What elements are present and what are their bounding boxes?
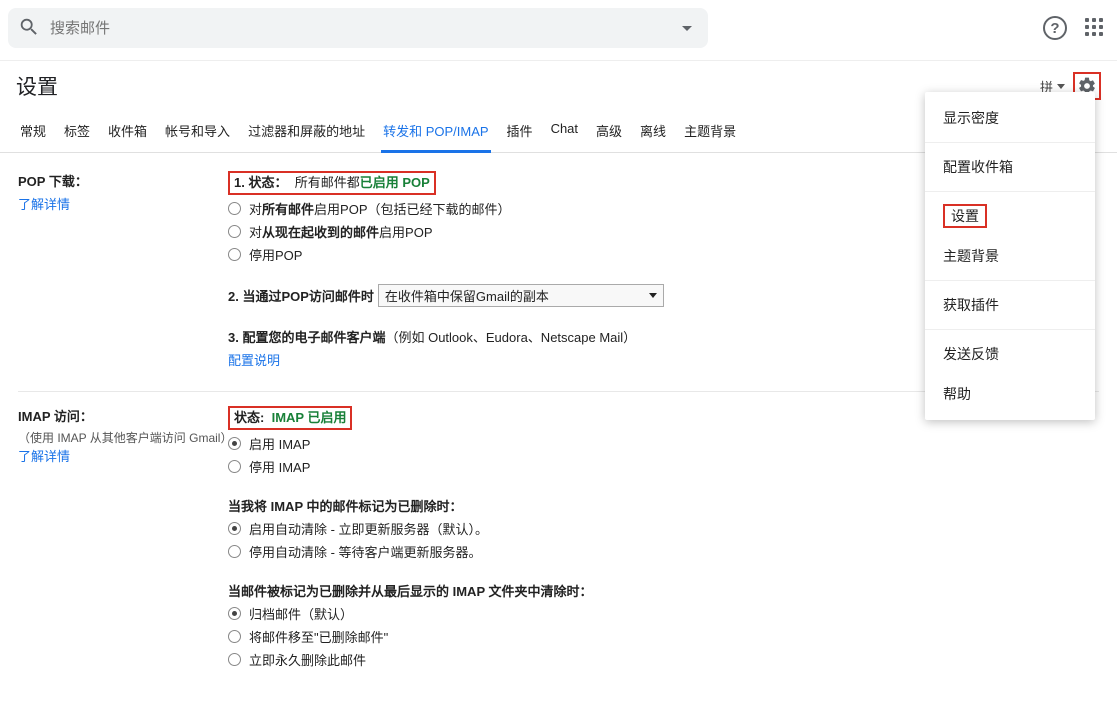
- menu-settings[interactable]: 设置: [925, 196, 1095, 236]
- imap-last-perm: 立即永久删除此邮件: [249, 650, 366, 669]
- ime-caret-icon[interactable]: [1057, 84, 1065, 89]
- tab-chat[interactable]: Chat: [549, 113, 580, 152]
- radio-imap-archive[interactable]: [228, 607, 241, 620]
- imap-opt-disable: 停用 IMAP: [249, 457, 310, 476]
- tab-accounts[interactable]: 帐号和导入: [163, 113, 232, 152]
- tab-themes[interactable]: 主题背景: [682, 113, 738, 152]
- menu-display-density[interactable]: 显示密度: [925, 98, 1095, 138]
- tab-offline[interactable]: 离线: [638, 113, 668, 152]
- pop-access-label: 2. 当通过POP访问邮件时: [228, 286, 374, 305]
- radio-imap-auto-off[interactable]: [228, 545, 241, 558]
- imap-status-label: 状态:: [234, 410, 264, 425]
- help-icon[interactable]: ?: [1043, 16, 1067, 40]
- search-options-caret[interactable]: [682, 26, 692, 31]
- pop-heading: POP 下载：: [18, 171, 228, 190]
- search-input[interactable]: [40, 20, 682, 37]
- pop-status-label: 1. 状态：: [234, 175, 287, 190]
- menu-configure-inbox[interactable]: 配置收件箱: [925, 147, 1095, 187]
- tab-forwarding-pop-imap[interactable]: 转发和 POP/IMAP: [381, 113, 490, 153]
- pop-status-highlight: 1. 状态： 所有邮件都已启用 POP: [228, 171, 436, 195]
- imap-delete-heading: 当我将 IMAP 中的邮件标记为已删除时：: [228, 496, 463, 515]
- gear-dropdown-menu: 显示密度 配置收件箱 设置 主题背景 获取插件 发送反馈 帮助: [925, 92, 1095, 420]
- pop-status-enabled: 已启用 POP: [360, 175, 430, 190]
- tab-advanced[interactable]: 高级: [594, 113, 624, 152]
- pop-access-select-value: 在收件箱中保留Gmail的副本: [385, 286, 549, 305]
- radio-imap-move[interactable]: [228, 630, 241, 643]
- search-box[interactable]: [8, 8, 708, 48]
- page-title: 设置: [16, 71, 58, 101]
- menu-help[interactable]: 帮助: [925, 374, 1095, 414]
- pop-learn-link[interactable]: 了解详情: [18, 194, 228, 213]
- imap-status-highlight: 状态: IMAP 已启用: [228, 406, 352, 430]
- tab-general[interactable]: 常规: [18, 113, 48, 152]
- tab-filters[interactable]: 过滤器和屏蔽的地址: [246, 113, 367, 152]
- imap-status-value: IMAP 已启用: [272, 410, 347, 425]
- tab-addons[interactable]: 插件: [505, 113, 535, 152]
- apps-grid-icon[interactable]: [1085, 18, 1105, 38]
- radio-imap-perm[interactable]: [228, 653, 241, 666]
- imap-learn-link[interactable]: 了解详情: [18, 446, 228, 465]
- pop-opt-disable: 停用POP: [249, 245, 302, 264]
- radio-pop-disable[interactable]: [228, 248, 241, 261]
- radio-imap-disable[interactable]: [228, 460, 241, 473]
- pop-access-select[interactable]: 在收件箱中保留Gmail的副本: [378, 284, 664, 307]
- imap-opt-enable: 启用 IMAP: [249, 434, 310, 453]
- imap-subtext: （使用 IMAP 从其他客户端访问 Gmail）: [18, 429, 228, 446]
- radio-imap-enable[interactable]: [228, 437, 241, 450]
- menu-themes[interactable]: 主题背景: [925, 236, 1095, 276]
- menu-feedback[interactable]: 发送反馈: [925, 334, 1095, 374]
- imap-heading: IMAP 访问：: [18, 406, 228, 425]
- pop-config-label: 3. 配置您的电子邮件客户端: [228, 327, 385, 346]
- imap-section: IMAP 访问： （使用 IMAP 从其他客户端访问 Gmail） 了解详情 状…: [18, 406, 1099, 691]
- pop-config-link[interactable]: 配置说明: [228, 350, 280, 369]
- chevron-down-icon: [649, 293, 657, 298]
- radio-imap-auto-on[interactable]: [228, 522, 241, 535]
- radio-pop-now[interactable]: [228, 225, 241, 238]
- pop-config-example: （例如 Outlook、Eudora、Netscape Mail）: [385, 327, 636, 346]
- pop-status-prefix: 所有邮件都: [295, 175, 360, 190]
- radio-pop-all[interactable]: [228, 202, 241, 215]
- topbar: ?: [0, 0, 1117, 61]
- imap-auto-off: 停用自动清除 - 等待客户端更新服务器。: [249, 542, 482, 561]
- menu-get-addons[interactable]: 获取插件: [925, 285, 1095, 325]
- imap-last-heading: 当邮件被标记为已删除并从最后显示的 IMAP 文件夹中清除时：: [228, 581, 593, 600]
- tab-inbox[interactable]: 收件箱: [106, 113, 149, 152]
- tab-labels[interactable]: 标签: [62, 113, 92, 152]
- search-icon: [18, 16, 40, 41]
- imap-last-archive: 归档邮件（默认）: [249, 604, 353, 623]
- imap-auto-on: 启用自动清除 - 立即更新服务器（默认）。: [249, 519, 488, 538]
